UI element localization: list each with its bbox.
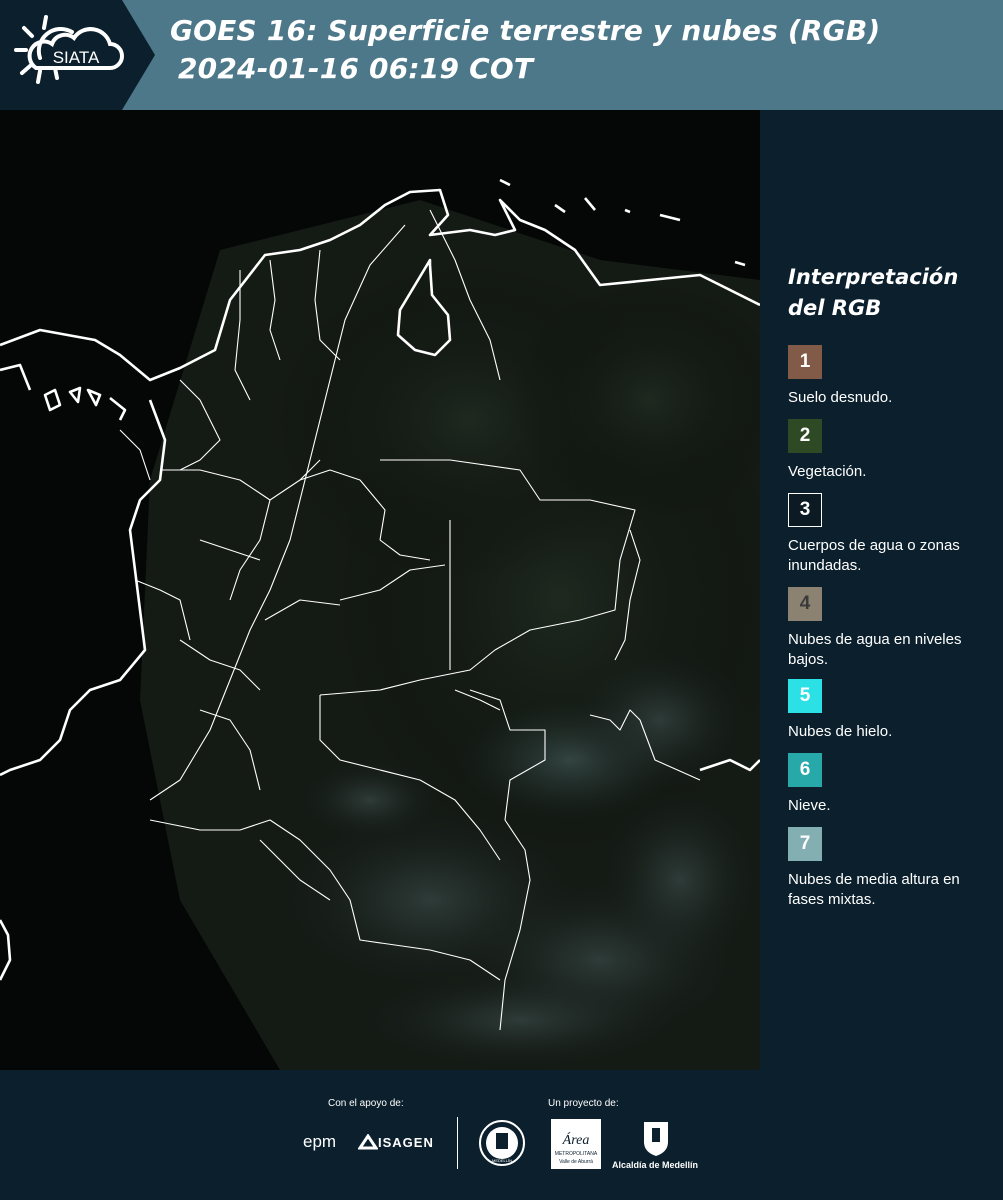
siata-logo-text: SIATA bbox=[53, 48, 100, 67]
legend-swatch-5: 5 bbox=[788, 679, 822, 713]
legend-swatch-6: 6 bbox=[788, 753, 822, 787]
page-title: GOES 16: Superficie terrestre y nubes (R… bbox=[170, 12, 880, 88]
rgb-legend-panel: Interpretación del RGB 1 Suelo desnudo. … bbox=[760, 110, 1003, 1070]
legend-swatch-2: 2 bbox=[788, 419, 822, 453]
legend-item-mid-clouds: 7 Nubes de media altura en fases mixtas. bbox=[788, 827, 998, 910]
title-line-2: 2024-01-16 06:19 COT bbox=[178, 52, 534, 85]
header-bar: SIATA GOES 16: Superficie terrestre y nu… bbox=[0, 0, 1003, 110]
legend-label-2: Vegetación. bbox=[788, 463, 867, 480]
isagen-logo: ISAGEN bbox=[378, 1135, 434, 1150]
epm-logo: epm bbox=[303, 1132, 337, 1151]
alcaldia-label: Alcaldía de Medellín bbox=[612, 1160, 699, 1170]
legend-item-vegetation: 2 Vegetación. bbox=[788, 419, 998, 482]
legend-swatch-4: 4 bbox=[788, 587, 822, 621]
seal-text: MEDELLÍN bbox=[492, 1158, 512, 1163]
legend-item-snow: 6 Nieve. bbox=[788, 753, 998, 816]
legend-label-7: Nubes de media altura en fases mixtas. bbox=[788, 871, 960, 908]
title-line-1: GOES 16: Superficie terrestre y nubes (R… bbox=[170, 14, 881, 47]
legend-label-1: Suelo desnudo. bbox=[788, 389, 893, 406]
legend-item-low-clouds: 4 Nubes de agua en niveles bajos. bbox=[788, 587, 998, 670]
legend-title-line-1: Interpretación bbox=[788, 265, 959, 289]
footer-divider bbox=[457, 1117, 458, 1169]
isagen-icon bbox=[358, 1134, 378, 1150]
medellin-seal-icon: MEDELLÍN bbox=[479, 1120, 525, 1166]
siata-logo: SIATA bbox=[0, 0, 155, 110]
legend-swatch-3: 3 bbox=[788, 493, 822, 527]
rgb-composite-image bbox=[0, 110, 760, 1070]
legend-swatch-7: 7 bbox=[788, 827, 822, 861]
legend-label-3: Cuerpos de agua o zonas inundadas. bbox=[788, 537, 960, 574]
area-logo-text: Área bbox=[562, 1131, 590, 1148]
legend-label-4: Nubes de agua en niveles bajos. bbox=[788, 631, 962, 668]
satellite-map[interactable] bbox=[0, 110, 760, 1070]
support-label: Con el apoyo de: bbox=[328, 1098, 404, 1109]
footer: Con el apoyo de: Un proyecto de: epm ISA… bbox=[0, 1070, 1003, 1200]
legend-label-6: Nieve. bbox=[788, 797, 831, 814]
legend-item-bare-soil: 1 Suelo desnudo. bbox=[788, 345, 998, 408]
legend-item-water: 3 Cuerpos de agua o zonas inundadas. bbox=[788, 493, 998, 576]
project-label: Un proyecto de: bbox=[548, 1098, 619, 1109]
legend-title: Interpretación del RGB bbox=[788, 262, 958, 324]
legend-label-5: Nubes de hielo. bbox=[788, 723, 893, 740]
legend-item-ice-clouds: 5 Nubes de hielo. bbox=[788, 679, 998, 742]
area-logo-sub-1: METROPOLITANA bbox=[555, 1151, 598, 1157]
legend-swatch-1: 1 bbox=[788, 345, 822, 379]
legend-title-line-2: del RGB bbox=[788, 296, 882, 320]
area-metropolitana-logo: Área METROPOLITANA Valle de Aburrá bbox=[551, 1119, 601, 1169]
area-logo-sub-2: Valle de Aburrá bbox=[559, 1159, 593, 1165]
alcaldia-shield-icon bbox=[644, 1122, 668, 1156]
